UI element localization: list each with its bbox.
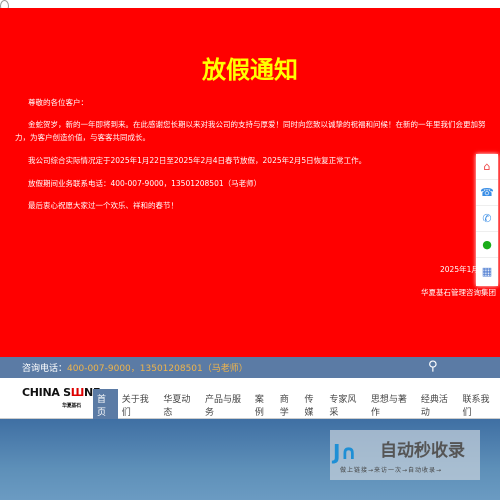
watermark-subtitle: 做上链接→来访一次→自动收录→: [340, 467, 443, 474]
logo[interactable]: CHINA SШNE华夏基石: [22, 386, 100, 409]
nav-products[interactable]: 产品与服务: [201, 389, 251, 421]
main-nav: CHINA SШNE华夏基石 首页 关于我们 华夏动态 产品与服务 案例 商学 …: [0, 378, 500, 421]
nav-news[interactable]: 华夏动态: [159, 389, 201, 421]
watermark: J∩ 自动秒收录 做上链接→来访一次→自动收录→: [330, 430, 480, 480]
notice-signature: 华夏基石管理咨询集团: [421, 288, 496, 297]
watermark-title: 自动秒收录: [380, 441, 465, 461]
contact-label: 咨询电话：: [22, 364, 68, 374]
paragraph: 放假期间业务联系电话：400-007-9000，13501208501（马老师）: [28, 179, 262, 188]
paragraph: 我公司综合实际情况定于2025年1月22日至2025年2月4日春节放假，2025…: [28, 156, 367, 165]
qrcode-icon[interactable]: ▦: [476, 258, 498, 284]
home-icon[interactable]: ⌂: [476, 154, 498, 180]
nav-media[interactable]: 传媒: [301, 389, 326, 421]
nav-events[interactable]: 经典活动: [417, 389, 459, 421]
nav-thoughts[interactable]: 思想与著作: [367, 389, 417, 421]
consult-phone-icon[interactable]: ☎: [476, 180, 498, 206]
greeting: 尊敬的各位客户：: [28, 98, 88, 107]
contact-phones: 400-007-9000，13501208501（马老师）: [67, 364, 248, 374]
nav-home[interactable]: 首页: [93, 389, 118, 421]
paragraph: 最后衷心祝愿大家过一个欢乐、祥和的春节！: [28, 201, 178, 210]
nav-cases[interactable]: 案例: [251, 389, 276, 421]
holiday-notice: 放假通知 尊敬的各位客户： 金蛇贺岁，新的一年即将到来。在此感谢您长期以来对我公…: [0, 8, 500, 357]
paragraph: 金蛇贺岁，新的一年即将到来。在此感谢您长期以来对我公司的支持与厚爱！同时向您致以…: [15, 120, 486, 142]
top-strip: [0, 0, 500, 12]
watermark-logo-icon: J∩: [333, 440, 357, 464]
phone-icon[interactable]: ✆: [476, 206, 498, 232]
notice-title: 放假通知: [202, 56, 298, 84]
nav-experts[interactable]: 专家风采: [325, 389, 367, 421]
search-icon[interactable]: ⚲: [428, 359, 438, 374]
nav-about[interactable]: 关于我们: [118, 389, 160, 421]
wechat-icon[interactable]: ●: [476, 232, 498, 258]
nav-contact[interactable]: 联系我们: [458, 389, 500, 421]
floating-sidebar: ⌂ ☎ ✆ ● ▦: [476, 154, 498, 286]
contact-bar: 咨询电话：400-007-9000，13501208501（马老师）: [0, 357, 500, 378]
nav-business-school[interactable]: 商学: [276, 389, 301, 421]
